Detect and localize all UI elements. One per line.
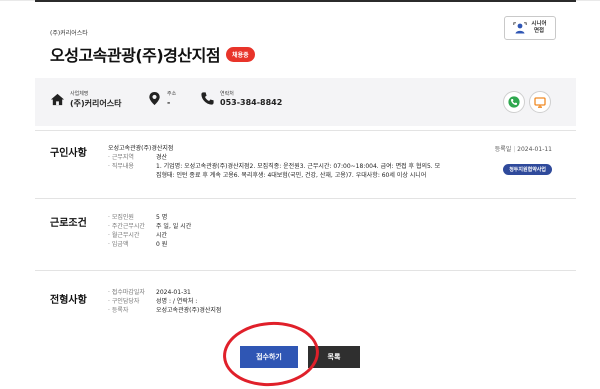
section-divider <box>35 198 576 199</box>
phone-group: 연락처 053-384-8842 <box>200 90 282 107</box>
detail-label: · 등록자 <box>108 307 129 314</box>
recruit-details: 오성고속관광(주)경산지점 · 근무지역 경산 · 직무내용 1. 기업명: 오… <box>108 143 440 180</box>
senior-interview-label: 시니어 면접 <box>531 21 547 34</box>
detail-label: · 근무지역 <box>108 154 134 161</box>
job-header-card: (주)커리어스타 오성고속관광(주)경산지점 채용중 시니어 면접 사업체명 (… <box>35 0 576 126</box>
home-icon <box>50 93 65 106</box>
detail-label: · 주간근무시간 <box>108 223 145 230</box>
work-conditions-title: 근로조건 <box>50 218 87 229</box>
apply-button[interactable]: 접수하기 <box>240 346 298 368</box>
address-value: - <box>167 98 171 107</box>
recruit-section-title: 구인사항 <box>50 148 87 159</box>
address-group: 주소 - <box>147 90 176 107</box>
detail-label: · 접수마감일자 <box>108 289 145 296</box>
company-info-bar: 사업체명 (주)커리어스타 주소 - 연락처 053-384-8842 <box>35 78 576 126</box>
page-title: 오성고속관광(주)경산지점 <box>50 46 221 65</box>
detail-value: 시간 <box>156 232 168 239</box>
detail-row: · 임금액 0 원 <box>108 240 191 249</box>
selection-details: · 접수마감일자 2024-01-31 · 구인담당자 성명 : / 연락처 :… <box>108 288 221 315</box>
registration-date-value: 2024-01-11 <box>517 146 552 153</box>
support-program-tag: 청두지원협약사업 <box>503 164 552 175</box>
section-divider <box>35 130 576 131</box>
phone-value: 053-384-8842 <box>220 98 283 107</box>
selection-section-title: 전형사항 <box>50 295 87 306</box>
senior-interview-button[interactable]: 시니어 면접 <box>504 16 556 40</box>
detail-row: · 접수마감일자 2024-01-31 <box>108 288 221 297</box>
detail-row: · 모집인원 5 명 <box>108 213 191 222</box>
business-name-label: 사업체명 <box>70 91 89 97</box>
detail-value: 5 명 <box>156 214 168 221</box>
company-small-name: (주)커리어스타 <box>50 30 88 37</box>
address-label: 주소 <box>167 91 177 97</box>
detail-row: · 구인담당자 성명 : / 연락처 : <box>108 297 221 306</box>
phone-label: 연락처 <box>220 91 234 97</box>
list-button[interactable]: 목록 <box>308 346 360 368</box>
phone-icon <box>201 92 214 105</box>
title-row: 오성고속관광(주)경산지점 채용중 <box>50 42 255 66</box>
detail-value: 주 일, 일 시간 <box>156 223 192 230</box>
detail-value: 성명 : / 연락처 : <box>156 298 198 305</box>
senior-person-icon <box>513 22 528 34</box>
recruit-company-name: 오성고속관광(주)경산지점 <box>108 145 174 152</box>
call-button[interactable] <box>503 91 525 113</box>
detail-value: 0 원 <box>156 241 168 248</box>
detail-value: 오성고속관광(주)경산지점 <box>156 307 222 314</box>
detail-row: · 근무지역 경산 <box>108 153 440 162</box>
detail-value: 집형태: 인턴 종료 후 계속 고용6. 복리후생: 4대보험(국민, 건강, … <box>156 172 427 179</box>
detail-label: · 모집인원 <box>108 214 134 221</box>
detail-row: · 등록자 오성고속관광(주)경산지점 <box>108 306 221 315</box>
monitor-button[interactable] <box>529 91 551 113</box>
detail-row: · 월근무시간 시간 <box>108 231 191 240</box>
detail-value: 1. 기업명: 오성고속관광(주)경산지점2. 모집직종: 운전원3. 근무시간… <box>156 163 441 170</box>
section-divider <box>35 270 576 271</box>
detail-value: 2024-01-31 <box>156 289 191 296</box>
detail-label: · 구인담당자 <box>108 298 140 305</box>
registration-date: 등록일 | 2024-01-11 <box>495 144 552 153</box>
detail-label: · 직무내용 <box>108 163 134 170</box>
registration-date-label: 등록일 <box>494 146 512 153</box>
call-green-icon <box>508 96 520 108</box>
business-name-group: 사업체명 (주)커리어스타 <box>50 90 121 109</box>
detail-label: · 월근무시간 <box>108 232 140 239</box>
business-name-value: (주)커리어스타 <box>70 99 122 108</box>
detail-row: 집형태: 인턴 종료 후 계속 고용6. 복리후생: 4대보험(국민, 건강, … <box>108 171 440 180</box>
detail-row: · 주간근무시간 주 일, 일 시간 <box>108 222 191 231</box>
monitor-icon <box>534 96 546 108</box>
location-pin-icon <box>149 91 160 106</box>
work-conditions-details: · 모집인원 5 명 · 주간근무시간 주 일, 일 시간 · 월근무시간 시간… <box>108 213 191 249</box>
detail-value: 경산 <box>156 154 168 161</box>
detail-label <box>108 171 156 180</box>
detail-row: · 직무내용 1. 기업명: 오성고속관광(주)경산지점2. 모집직종: 운전원… <box>108 162 440 171</box>
hiring-status-badge: 채용중 <box>226 46 255 62</box>
detail-label: · 임금액 <box>108 241 129 248</box>
